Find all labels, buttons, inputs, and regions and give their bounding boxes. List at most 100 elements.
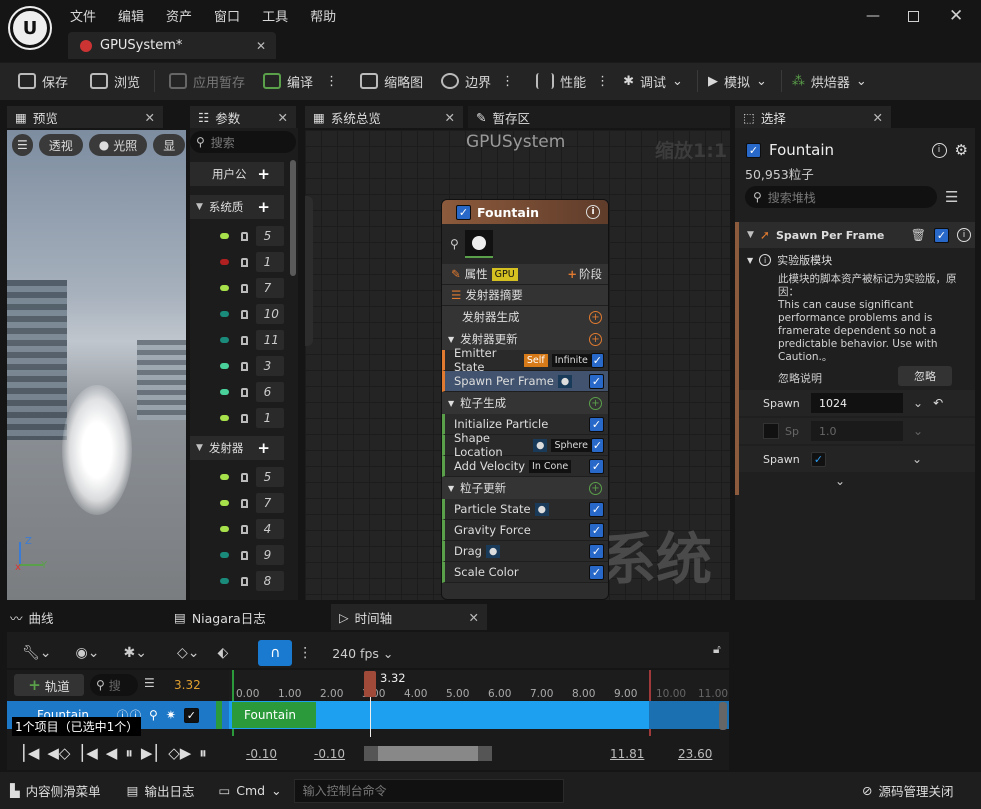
param-row[interactable]: 8: [190, 568, 284, 594]
param-row[interactable]: 7: [190, 490, 284, 516]
menu-window[interactable]: 窗口: [214, 6, 240, 25]
properties-row[interactable]: ✎ 属性 GPU + 阶段: [442, 264, 608, 285]
chevron-down-icon[interactable]: ⌄: [913, 424, 923, 438]
cmd-dropdown[interactable]: ▭ Cmd ⌄: [208, 772, 291, 809]
compile-more-icon[interactable]: ⋮: [325, 74, 338, 89]
param-row[interactable]: 10: [190, 301, 284, 327]
module-enable-checkbox[interactable]: ✓: [589, 564, 604, 580]
param-row[interactable]: 5: [190, 223, 284, 249]
add-system-param-icon[interactable]: +: [257, 198, 270, 216]
param-row[interactable]: 11: [190, 327, 284, 353]
menu-asset[interactable]: 资产: [166, 6, 192, 25]
menu-tools[interactable]: 工具: [262, 6, 288, 25]
settings-gear-icon[interactable]: ⚙: [955, 141, 968, 159]
spawn-rate-checkbox[interactable]: [763, 423, 779, 439]
console-command-input[interactable]: 输入控制台命令: [293, 778, 564, 803]
browse-button[interactable]: 浏览: [90, 62, 140, 100]
module-enable-checkbox[interactable]: ✓: [589, 458, 604, 474]
info-icon[interactable]: i: [586, 205, 600, 219]
module-scale-color[interactable]: Scale Color ✓: [442, 562, 608, 583]
close-tab-icon[interactable]: ✕: [256, 39, 266, 53]
next-frame-icon[interactable]: ▶⎮: [141, 744, 160, 762]
add-stage-icon[interactable]: +: [567, 267, 577, 281]
info-icon[interactable]: i: [931, 142, 947, 158]
minimize-icon[interactable]: —: [866, 8, 880, 24]
bounds-more-icon[interactable]: ⋮: [501, 74, 514, 89]
chevron-down-icon[interactable]: ⌄: [912, 452, 922, 466]
module-add-velocity[interactable]: Add Velocity In Cone ✓: [442, 456, 608, 477]
param-value[interactable]: 6: [255, 382, 284, 402]
lighting-button[interactable]: ● 光照: [88, 134, 148, 156]
wrench-icon[interactable]: 🔧︎⌄: [22, 645, 52, 661]
close-window-icon[interactable]: ✕: [949, 6, 963, 26]
renderer-icon[interactable]: ⚲: [149, 708, 158, 722]
tab-timeline[interactable]: ▷ 时间轴 ✕: [331, 604, 487, 630]
close-overview-icon[interactable]: ✕: [445, 110, 455, 125]
next-key-icon[interactable]: ◇▶: [168, 744, 191, 762]
add-module-icon[interactable]: +: [589, 310, 602, 324]
param-row[interactable]: 7: [190, 275, 284, 301]
close-parameters-icon[interactable]: ✕: [278, 110, 288, 125]
filter-icon[interactable]: ☰: [144, 676, 155, 690]
tab-parameters[interactable]: ☷ 参数 ✕: [190, 106, 296, 128]
debug-button[interactable]: ✱ 调试 ⌄: [623, 62, 683, 100]
param-value[interactable]: 7: [255, 278, 284, 298]
eye-icon[interactable]: ◉⌄: [76, 645, 100, 661]
slider-handle-left[interactable]: [364, 746, 378, 761]
range-end[interactable]: 23.60: [678, 747, 712, 761]
go-to-end-icon[interactable]: ⏸︎: [199, 744, 207, 762]
performance-more-icon[interactable]: ⋮: [596, 74, 609, 89]
emitter-clip[interactable]: Fountain: [232, 702, 316, 728]
track-search-input[interactable]: ⚲ 搜: [90, 674, 138, 696]
keyframe-icon[interactable]: ◇⌄: [177, 645, 200, 661]
param-row[interactable]: 6: [190, 379, 284, 405]
module-emitter-state[interactable]: Emitter State Self Infinite ✓: [442, 346, 608, 374]
emitter-summary-row[interactable]: ☰ 发射器摘要: [442, 285, 608, 306]
current-time[interactable]: 3.32: [174, 678, 201, 692]
go-to-start-icon[interactable]: ⎮◀: [20, 744, 39, 762]
emitter-enable-checkbox[interactable]: ✓: [746, 142, 761, 158]
emitter-params-header[interactable]: ▼ 发射器 +: [190, 436, 284, 460]
lock-icon[interactable]: 🔓︎: [713, 642, 721, 657]
param-value[interactable]: 5: [255, 467, 284, 487]
save-button[interactable]: 保存: [18, 62, 68, 100]
thumbnail-preview[interactable]: [464, 230, 493, 258]
play-reverse-icon[interactable]: ◀: [106, 744, 118, 762]
tab-niagara-log[interactable]: ▤ Niagara日志: [174, 608, 266, 627]
module-enable-checkbox[interactable]: ✓: [590, 437, 604, 453]
tab-curves[interactable]: 〰曲线: [10, 608, 54, 627]
source-control-button[interactable]: ⊘ 源码管理关闭: [852, 772, 964, 809]
add-module-icon[interactable]: +: [589, 332, 602, 346]
expand-advanced-icon[interactable]: ⌄: [835, 474, 845, 488]
param-value[interactable]: 8: [255, 571, 284, 591]
snap-more-icon[interactable]: ⋮: [298, 645, 312, 661]
baker-button[interactable]: ⁂ 烘焙器 ⌄: [792, 62, 867, 100]
compile-button[interactable]: 编译 ⋮: [263, 62, 338, 100]
module-spawn-per-frame[interactable]: Spawn Per Frame ● ✓: [442, 371, 608, 392]
prev-key-icon[interactable]: ◀◇: [47, 744, 70, 762]
stack-search-input[interactable]: ⚲ 搜索堆栈: [745, 186, 937, 208]
menu-edit[interactable]: 编辑: [118, 6, 144, 25]
module-header-spawn-per-frame[interactable]: ▼ ➚ Spawn Per Frame 🗑 ✓ i: [739, 222, 975, 248]
add-emitter-param-icon[interactable]: +: [257, 439, 270, 457]
ignore-button[interactable]: 忽略: [898, 366, 952, 386]
param-row[interactable]: 4: [190, 516, 284, 542]
module-enable-checkbox[interactable]: ✓: [589, 416, 604, 432]
simulate-button[interactable]: ▶ 模拟 ⌄: [708, 62, 767, 100]
section-emitter-spawn[interactable]: 发射器生成 +: [442, 306, 608, 328]
module-enable-checkbox[interactable]: ✓: [589, 373, 604, 389]
bounds-button[interactable]: 边界 ⋮: [441, 62, 514, 100]
reset-icon[interactable]: ↶: [933, 396, 943, 410]
menu-file[interactable]: 文件: [70, 6, 96, 25]
module-drag[interactable]: Drag ● ✓: [442, 541, 608, 562]
close-timeline-icon[interactable]: ✕: [469, 610, 479, 625]
param-value[interactable]: 9: [255, 545, 284, 565]
param-value[interactable]: 11: [255, 330, 284, 350]
param-row[interactable]: 3: [190, 353, 284, 379]
param-value[interactable]: 1: [255, 252, 284, 272]
param-value[interactable]: 7: [255, 493, 284, 513]
slider-handle-right[interactable]: [478, 746, 492, 761]
prev-frame-icon[interactable]: ⎮◀: [78, 744, 97, 762]
param-row[interactable]: 1: [190, 405, 284, 431]
menu-help[interactable]: 帮助: [310, 6, 336, 25]
